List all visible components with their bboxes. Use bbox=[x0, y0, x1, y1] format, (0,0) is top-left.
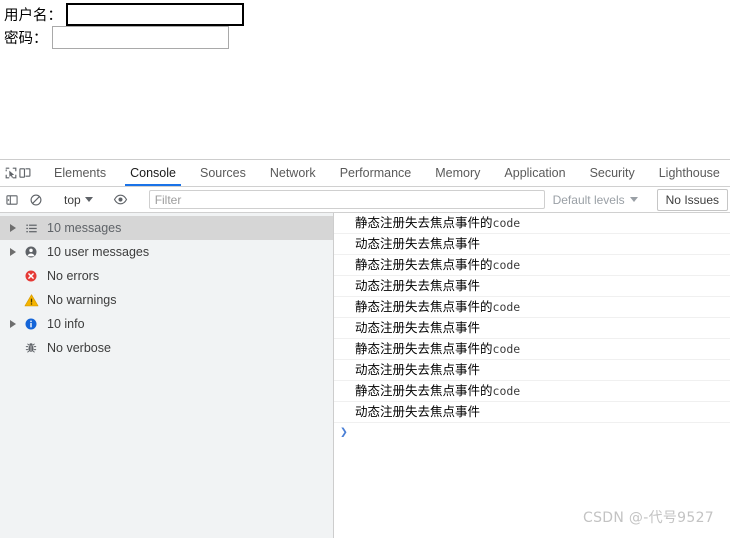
password-label: 密码： bbox=[4, 31, 48, 47]
message-code: code bbox=[492, 300, 521, 314]
tab-console[interactable]: Console bbox=[118, 160, 188, 186]
message-text: 静态注册失去焦点事件的 bbox=[355, 299, 493, 314]
message-text: 动态注册失去焦点事件 bbox=[355, 278, 481, 293]
console-sidebar-toggle-icon[interactable] bbox=[0, 188, 24, 212]
tab-performance[interactable]: Performance bbox=[328, 160, 424, 186]
username-label: 用户名： bbox=[4, 8, 62, 24]
device-toolbar-icon[interactable] bbox=[18, 160, 32, 186]
tab-sources[interactable]: Sources bbox=[188, 160, 258, 186]
message-text: 静态注册失去焦点事件的 bbox=[355, 257, 493, 272]
message-text: 静态注册失去焦点事件的 bbox=[355, 383, 493, 398]
disclosure-triangle-icon[interactable] bbox=[6, 320, 20, 328]
console-message-row[interactable]: 动态注册失去焦点事件 bbox=[334, 360, 730, 381]
sidebar-item-label: 10 user messages bbox=[47, 245, 150, 259]
user-icon bbox=[20, 245, 42, 259]
disclosure-triangle-icon[interactable] bbox=[6, 248, 20, 256]
message-text: 动态注册失去焦点事件 bbox=[355, 362, 481, 377]
issues-button[interactable]: No Issues bbox=[656, 188, 728, 211]
chevron-down-icon bbox=[84, 197, 93, 202]
console-message-row[interactable]: 动态注册失去焦点事件 bbox=[334, 234, 730, 255]
warning-icon bbox=[20, 293, 42, 308]
console-message-row[interactable]: 动态注册失去焦点事件 bbox=[334, 318, 730, 339]
password-form-row: 密码： bbox=[4, 26, 229, 49]
sidebar-item-label: 10 messages bbox=[47, 221, 122, 235]
username-form-row: 用户名： bbox=[4, 3, 244, 26]
disclosure-triangle-icon[interactable] bbox=[6, 224, 20, 232]
log-levels-selector[interactable]: Default levels bbox=[545, 193, 646, 207]
prompt-caret-icon: ❯ bbox=[340, 425, 348, 440]
password-input[interactable] bbox=[51, 26, 229, 49]
chevron-down-icon bbox=[629, 197, 638, 202]
console-message-row[interactable]: 静态注册失去焦点事件的code bbox=[334, 381, 730, 402]
console-message-row[interactable]: 静态注册失去焦点事件的code bbox=[334, 213, 730, 234]
live-expression-eye-icon[interactable] bbox=[109, 188, 133, 212]
sidebar-item-label: No warnings bbox=[47, 293, 117, 307]
message-text: 静态注册失去焦点事件的 bbox=[355, 341, 493, 356]
console-message-row[interactable]: 静态注册失去焦点事件的code bbox=[334, 255, 730, 276]
message-code: code bbox=[492, 258, 521, 272]
sidebar-item-label: 10 info bbox=[47, 317, 85, 331]
tab-security[interactable]: Security bbox=[578, 160, 647, 186]
tab-application[interactable]: Application bbox=[492, 160, 577, 186]
console-filter-input[interactable] bbox=[148, 190, 545, 209]
devtools-tabbar: Elements Console Sources Network Perform… bbox=[0, 160, 730, 187]
console-toolbar: top Default levels No Issues bbox=[0, 187, 730, 213]
info-icon bbox=[20, 317, 42, 331]
sidebar-item-warnings[interactable]: No warnings bbox=[0, 288, 333, 312]
console-body: 10 messages 10 user messages No errors N… bbox=[0, 213, 730, 538]
sidebar-item-user-messages[interactable]: 10 user messages bbox=[0, 240, 333, 264]
execution-context-selector[interactable]: top bbox=[59, 190, 98, 210]
console-message-row[interactable]: 动态注册失去焦点事件 bbox=[334, 402, 730, 423]
clear-console-icon[interactable] bbox=[24, 188, 48, 212]
message-text: 静态注册失去焦点事件的 bbox=[355, 215, 493, 230]
watermark-text: CSDN @-代号9527 bbox=[583, 510, 714, 526]
error-icon bbox=[20, 269, 42, 283]
sidebar-item-verbose[interactable]: No verbose bbox=[0, 336, 333, 360]
execution-context-label: top bbox=[64, 192, 81, 207]
tab-network[interactable]: Network bbox=[258, 160, 328, 186]
web-page-content: 用户名： 密码： bbox=[0, 0, 730, 159]
console-message-row[interactable]: 静态注册失去焦点事件的code bbox=[334, 297, 730, 318]
message-text: 动态注册失去焦点事件 bbox=[355, 404, 481, 419]
inspect-element-icon[interactable] bbox=[4, 160, 18, 186]
message-text: 动态注册失去焦点事件 bbox=[355, 236, 481, 251]
message-code: code bbox=[492, 384, 521, 398]
sidebar-item-errors[interactable]: No errors bbox=[0, 264, 333, 288]
console-message-row[interactable]: 动态注册失去焦点事件 bbox=[334, 276, 730, 297]
sidebar-item-label: No errors bbox=[47, 269, 100, 283]
tab-lighthouse[interactable]: Lighthouse bbox=[647, 160, 730, 186]
tab-memory[interactable]: Memory bbox=[423, 160, 492, 186]
message-code: code bbox=[492, 216, 521, 230]
issues-label: No Issues bbox=[665, 192, 719, 207]
list-icon bbox=[20, 222, 42, 235]
sidebar-item-info[interactable]: 10 info bbox=[0, 312, 333, 336]
tab-elements[interactable]: Elements bbox=[42, 160, 118, 186]
sidebar-item-messages[interactable]: 10 messages bbox=[0, 216, 333, 240]
username-input[interactable] bbox=[66, 3, 244, 26]
console-prompt-row[interactable]: ❯ bbox=[334, 423, 730, 443]
console-messages-pane[interactable]: 静态注册失去焦点事件的code 动态注册失去焦点事件 静态注册失去焦点事件的co… bbox=[334, 213, 730, 538]
console-sidebar: 10 messages 10 user messages No errors N… bbox=[0, 213, 334, 538]
log-levels-label: Default levels bbox=[552, 192, 625, 207]
console-message-row[interactable]: 静态注册失去焦点事件的code bbox=[334, 339, 730, 360]
sidebar-item-label: No verbose bbox=[47, 341, 111, 355]
devtools-panel: Elements Console Sources Network Perform… bbox=[0, 159, 730, 538]
verbose-bug-icon bbox=[20, 341, 42, 355]
message-text: 动态注册失去焦点事件 bbox=[355, 320, 481, 335]
message-code: code bbox=[492, 342, 521, 356]
